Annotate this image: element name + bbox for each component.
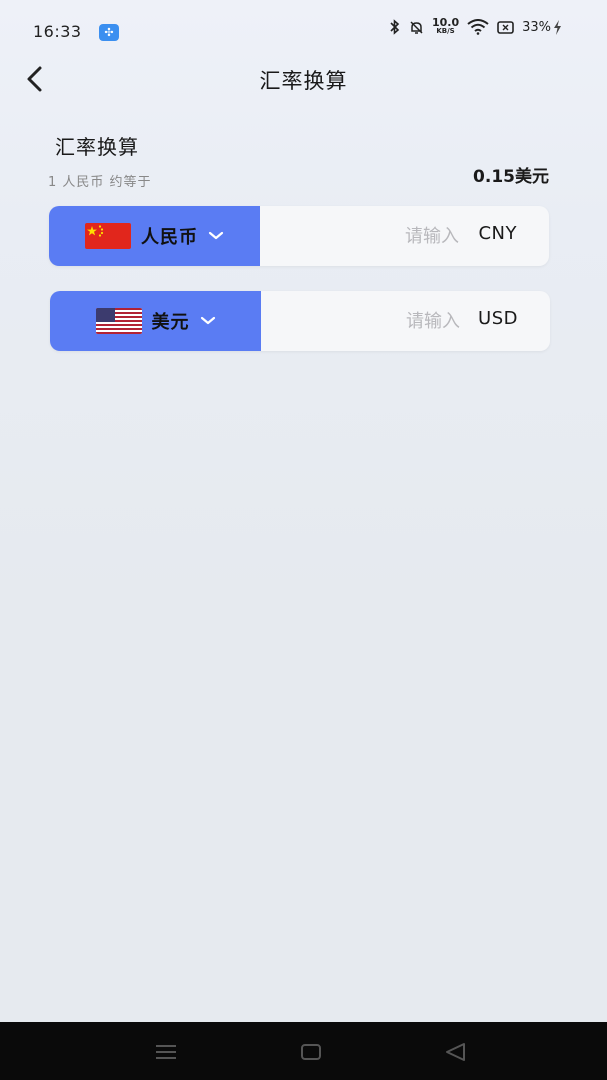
back-system-button[interactable]	[441, 1038, 469, 1066]
mute-bell-icon	[410, 20, 423, 34]
amount-input-cny[interactable]	[299, 220, 459, 252]
rate-caption: 1 人民币 约等于	[48, 175, 152, 190]
amount-input-usd[interactable]	[300, 305, 460, 337]
battery-percent: 33%	[522, 19, 551, 35]
currency-name: 人民币	[141, 227, 198, 248]
currency-row-cny: 人民币 CNY	[49, 206, 549, 266]
currency-selector-usd[interactable]: 美元	[50, 291, 261, 351]
chevron-down-icon	[208, 231, 224, 240]
system-navigation-bar	[0, 1022, 607, 1080]
network-speed-unit: KB/S	[436, 27, 455, 35]
currency-code: CNY	[478, 223, 517, 244]
home-button[interactable]	[297, 1038, 325, 1066]
menu-icon	[156, 1045, 176, 1059]
home-square-icon	[301, 1044, 321, 1060]
status-time: 16:33	[33, 22, 82, 41]
page-title: 汇率换算	[259, 69, 348, 93]
triangle-back-icon	[446, 1043, 465, 1061]
network-speed: 10.0 KB/S	[431, 16, 460, 36]
status-bar: 16:33 ✣ 10.0 KB/S 33%	[0, 0, 607, 56]
china-flag-icon	[85, 223, 131, 249]
app-notification-icon: ✣	[99, 24, 119, 41]
rate-result: 0.15美元	[473, 167, 549, 187]
charging-icon	[554, 19, 561, 35]
us-flag-icon	[95, 308, 142, 334]
navigation-bar: 汇率换算	[0, 56, 607, 100]
currency-name: 美元	[151, 312, 190, 333]
currency-row-usd: 美元 USD	[50, 291, 550, 351]
status-icons: 10.0 KB/S 33%	[389, 17, 562, 37]
battery-status: 33%	[522, 19, 562, 35]
currency-code: USD	[478, 308, 518, 329]
wifi-icon	[467, 19, 489, 35]
screen-record-icon	[497, 20, 514, 34]
section-title: 汇率换算	[55, 135, 139, 159]
bluetooth-icon	[390, 19, 400, 35]
network-speed-value: 10.0	[431, 16, 460, 29]
recents-button[interactable]	[152, 1038, 180, 1066]
currency-selector-cny[interactable]: 人民币	[49, 206, 260, 266]
chevron-down-icon	[200, 316, 215, 325]
